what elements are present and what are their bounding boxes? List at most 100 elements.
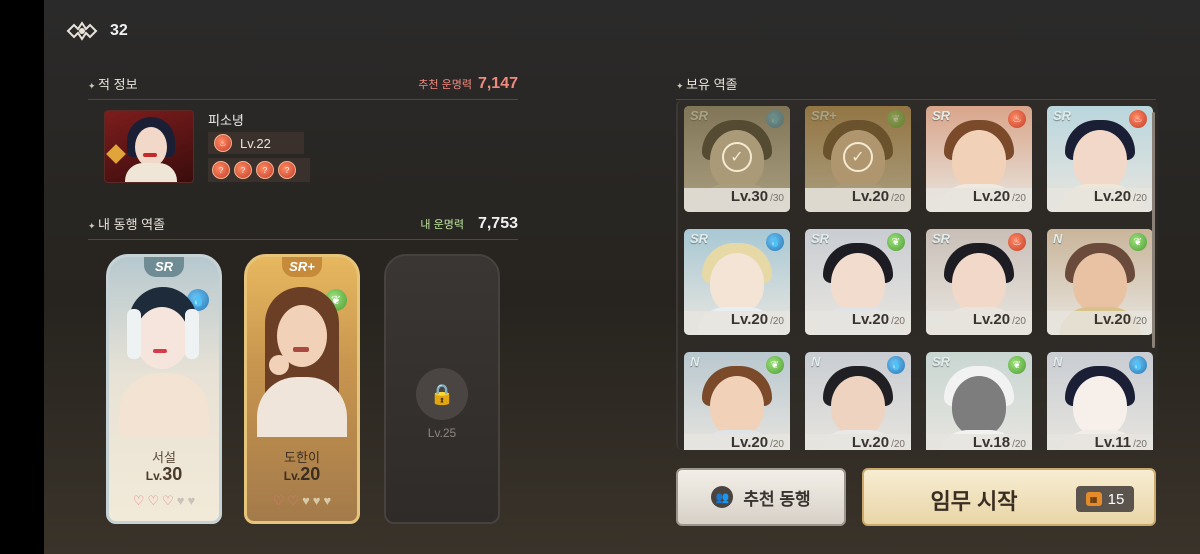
owned-unit-card[interactable]: SR ♨ Lv.20/20 <box>1047 106 1153 212</box>
party-member-1[interactable]: SR 💧 서설 Lv.30 ♡ ♡ ♡ ♥ ♥ <box>106 254 222 524</box>
unit-level: Lv.20 <box>730 311 769 328</box>
owned-unit-card[interactable]: N 💧 Lv.11/20 <box>1047 352 1153 450</box>
unit-rank: N <box>1053 354 1063 369</box>
leaf-element-icon: ❦ <box>1129 233 1147 251</box>
owned-unit-card[interactable]: SR ❦ Lv.20/20 <box>805 229 911 335</box>
unit-level: Lv.20 <box>972 311 1011 328</box>
water-element-icon: 💧 <box>887 356 905 374</box>
skill-chip-4[interactable]: ? <box>278 161 296 179</box>
member-portrait <box>247 281 357 437</box>
pattern-knot-icon <box>66 21 98 41</box>
leaf-element-icon: ❦ <box>1008 356 1026 374</box>
checkmark-icon: ✓ <box>843 142 873 172</box>
unit-rank: N <box>690 354 700 369</box>
leaf-element-icon: ❦ <box>766 356 784 374</box>
unit-level: Lv.20 <box>1093 188 1132 205</box>
start-mission-button[interactable]: 임무 시작 ▦ 15 <box>862 468 1156 526</box>
unit-max-level: /20 <box>1012 193 1026 204</box>
enemy-info-title: 적 정보 <box>88 74 138 93</box>
owned-title: 보유 역졸 <box>676 74 737 93</box>
owned-header: 보유 역졸 <box>676 74 1156 100</box>
start-mission-label: 임무 시작 <box>930 489 1018 514</box>
lock-icon: 🔒 <box>416 368 468 420</box>
water-element-icon: 💧 <box>766 233 784 251</box>
owned-unit-card[interactable]: SR ❦ Lv.18/20 <box>926 352 1032 450</box>
unit-level: Lv.20 <box>730 434 769 450</box>
party-header: 내 동행 역졸 내 운명력 7,753 <box>88 214 518 240</box>
unit-level-bar: Lv.20/20 <box>805 311 911 335</box>
mission-setup-screen: 32 적 정보 추천 운명력 7,147 피소녕 ♨ Lv.22 ? ? ? ?… <box>44 0 1200 554</box>
owned-unit-card[interactable]: SR+❦Lv.20/20✓ <box>805 106 911 212</box>
unit-level: Lv.20 <box>1093 311 1132 328</box>
enemy-skill-chips: ? ? ? ? <box>208 158 310 182</box>
owned-unit-card[interactable]: SR ♨ Lv.20/20 <box>926 106 1032 212</box>
enemy-portrait[interactable] <box>104 110 194 183</box>
checkmark-icon: ✓ <box>722 142 752 172</box>
owned-unit-card[interactable]: N ❦ Lv.20/20 <box>684 352 790 450</box>
enemy-name: 피소녕 <box>208 113 244 128</box>
enemy-level-badge: ♨ Lv.22 <box>208 132 304 154</box>
unit-level-bar: Lv.20/20 <box>1047 188 1153 212</box>
grid-scrollbar[interactable] <box>1152 112 1155 348</box>
heart-icon: ♥ <box>323 493 332 508</box>
enemy-level: Lv.22 <box>240 135 271 151</box>
heart-icon: ♥ <box>187 493 196 508</box>
unit-rank: SR <box>811 231 830 246</box>
unit-level-bar: Lv.30/30 <box>684 188 790 212</box>
unit-max-level: /20 <box>1133 193 1147 204</box>
unit-level-bar: Lv.20/20 <box>684 434 790 450</box>
owned-unit-card[interactable]: SR💧Lv.30/30✓ <box>684 106 790 212</box>
group-icon: 👥 <box>711 486 734 508</box>
unit-level-bar: Lv.20/20 <box>1047 311 1153 335</box>
unit-level: Lv.20 <box>972 188 1011 205</box>
my-power: 내 운명력 7,753 <box>420 215 518 233</box>
rank-tag: SR <box>144 257 184 277</box>
heart-icon: ♥ <box>302 493 310 508</box>
my-power-label: 내 운명력 <box>420 218 464 231</box>
party-member-2[interactable]: SR+ ❦ 도한이 Lv.20 ♡ ♡ ♥ ♥ ♥ <box>244 254 360 524</box>
recommend-party-label: 추천 동행 <box>743 489 811 509</box>
skill-chip-3[interactable]: ? <box>256 161 274 179</box>
unit-rank: SR <box>932 231 951 246</box>
unit-level-bar: Lv.11/20 <box>1047 434 1153 450</box>
unit-level: Lv.11 <box>1094 434 1132 450</box>
unit-max-level: /20 <box>1133 316 1147 327</box>
unit-level: Lv.20 <box>851 311 890 328</box>
skill-chip-1[interactable]: ? <box>212 161 230 179</box>
fire-element-icon: ♨ <box>1008 233 1026 251</box>
ticket-cost-value: 15 <box>1107 490 1125 508</box>
fire-element-icon: ♨ <box>214 134 232 152</box>
fire-element-icon: ♨ <box>1129 110 1147 128</box>
unit-rank: N <box>1053 231 1063 246</box>
heart-icon: ♥ <box>176 493 185 508</box>
currency-value: 32 <box>110 22 128 39</box>
member-level: Lv.20 <box>283 464 321 484</box>
recommend-party-button[interactable]: 👥 추천 동행 <box>676 468 846 526</box>
unit-max-level: /20 <box>1012 439 1026 450</box>
heart-icon: ♡ <box>147 493 160 508</box>
unit-rank: SR <box>932 354 951 369</box>
leaf-element-icon: ❦ <box>887 233 905 251</box>
heart-icon: ♡ <box>272 493 285 508</box>
locked-party-slot[interactable]: 🔒 Lv.25 <box>384 254 500 524</box>
unlock-level: Lv.25 <box>427 426 457 440</box>
owned-unit-grid[interactable]: SR💧Lv.30/30✓SR+❦Lv.20/20✓SR♨Lv.20/20SR♨L… <box>676 100 1158 450</box>
owned-unit-card[interactable]: N 💧 Lv.20/20 <box>805 352 911 450</box>
fire-element-icon: ♨ <box>1008 110 1026 128</box>
unit-level-bar: Lv.20/20 <box>926 188 1032 212</box>
unit-level-bar: Lv.20/20 <box>805 188 911 212</box>
unit-level-bar: Lv.20/20 <box>805 434 911 450</box>
owned-unit-card[interactable]: SR ♨ Lv.20/20 <box>926 229 1032 335</box>
recommended-power-value: 7,147 <box>477 74 518 92</box>
owned-unit-card[interactable]: SR 💧 Lv.20/20 <box>684 229 790 335</box>
member-portrait <box>109 281 219 437</box>
unit-max-level: /20 <box>891 439 905 450</box>
owned-unit-card[interactable]: N ❦ Lv.20/20 <box>1047 229 1153 335</box>
unit-rank: SR <box>1053 108 1072 123</box>
skill-chip-2[interactable]: ? <box>234 161 252 179</box>
unit-max-level: /20 <box>770 316 784 327</box>
recommended-power: 추천 운명력 7,147 <box>418 75 518 93</box>
ticket-cost: ▦ 15 <box>1076 486 1134 512</box>
unit-max-level: /20 <box>1133 439 1147 450</box>
member-level: Lv.30 <box>145 464 183 484</box>
